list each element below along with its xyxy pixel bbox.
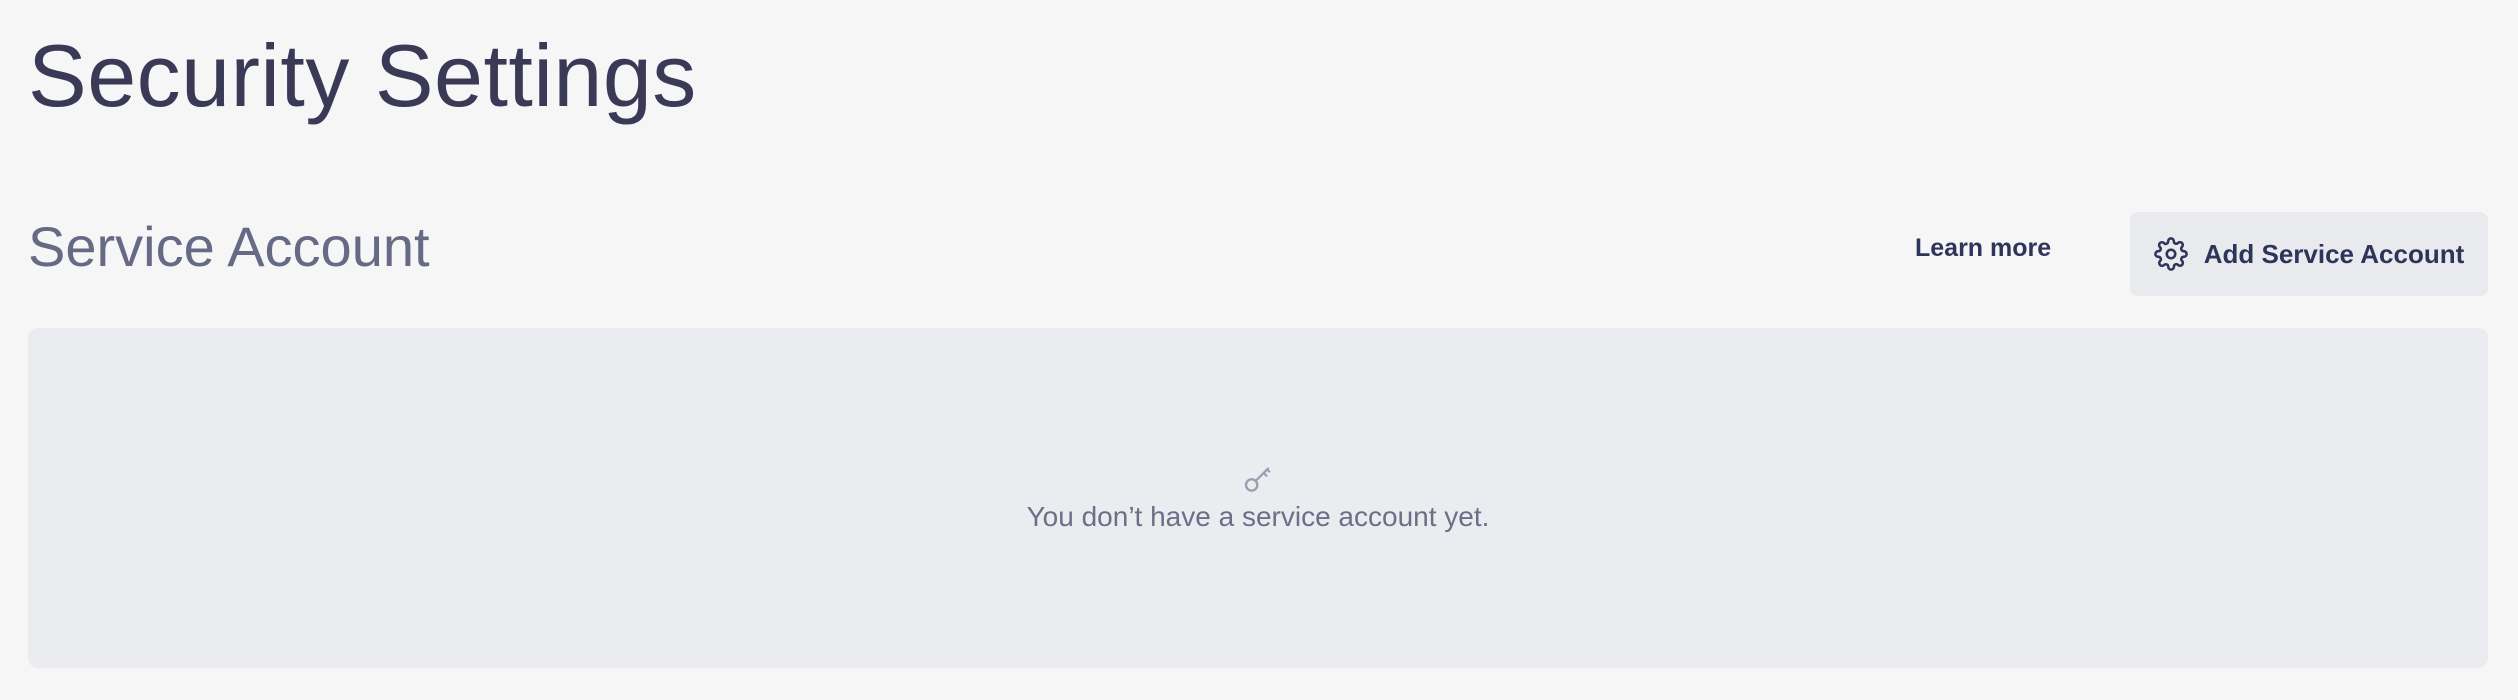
service-account-empty-state: You don’t have a service account yet. (28, 328, 2488, 668)
section-title-service-account: Service Account (28, 215, 430, 278)
key-icon (1241, 463, 1275, 497)
security-settings-page: Security Settings Service Account Learn … (0, 0, 2518, 700)
empty-state-message: You don’t have a service account yet. (1026, 501, 1490, 532)
learn-more-link[interactable]: Learn more (1915, 234, 2051, 263)
page-title: Security Settings (28, 26, 697, 125)
add-service-account-label: Add Service Account (2203, 238, 2465, 269)
add-service-account-button[interactable]: Add Service Account (2130, 212, 2488, 296)
gear-icon (2153, 237, 2188, 271)
